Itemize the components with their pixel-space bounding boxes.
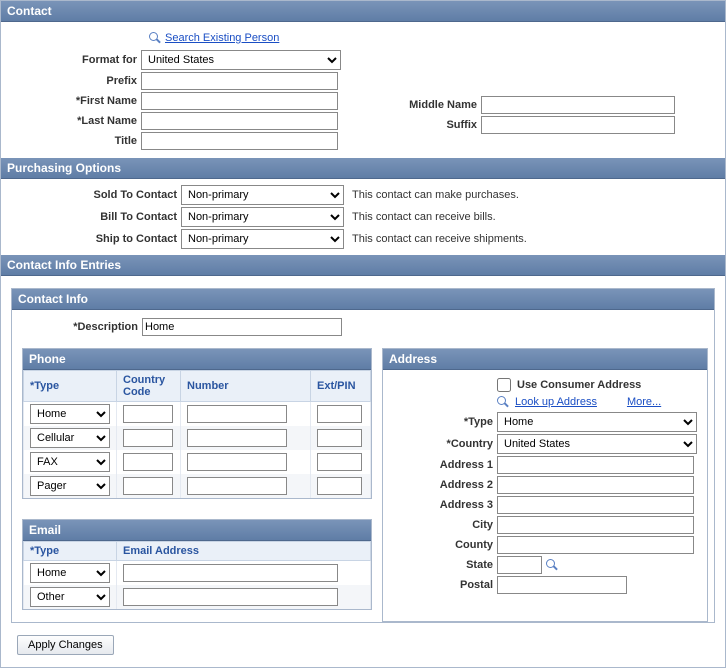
purchasing-options-header: Purchasing Options <box>1 158 725 179</box>
description-label: *Description <box>22 321 142 333</box>
more-link[interactable]: More... <box>627 396 661 408</box>
apply-changes-button[interactable]: Apply Changes <box>17 635 114 655</box>
lookup-state-icon[interactable] <box>546 559 558 571</box>
phone-cc-input[interactable] <box>123 405 173 423</box>
sold-to-select[interactable]: Non-primary <box>181 185 344 205</box>
phone-cc-input[interactable] <box>123 477 173 495</box>
prefix-label: Prefix <box>11 75 141 87</box>
addr-type-label: *Type <box>393 416 497 428</box>
addr3-input[interactable] <box>497 496 694 514</box>
phone-type-select[interactable]: FAX <box>30 452 110 472</box>
country-label: *Country <box>393 438 497 450</box>
phone-row: Home <box>24 402 371 427</box>
email-row: Other <box>24 585 371 609</box>
phone-type-select[interactable]: Home <box>30 404 110 424</box>
county-input[interactable] <box>497 536 694 554</box>
email-row: Home <box>24 561 371 586</box>
search-icon <box>149 32 161 44</box>
state-label: State <box>393 559 497 571</box>
addr2-label: Address 2 <box>393 479 497 491</box>
phone-cc-input[interactable] <box>123 429 173 447</box>
phone-row: Pager <box>24 474 371 498</box>
phone-type-select[interactable]: Cellular <box>30 428 110 448</box>
address-header: Address <box>383 349 707 370</box>
postal-input[interactable] <box>497 576 627 594</box>
contact-info-header: Contact Info <box>12 289 714 310</box>
prefix-input[interactable] <box>141 72 338 90</box>
use-consumer-address-checkbox[interactable] <box>497 378 511 392</box>
search-icon <box>497 396 509 408</box>
phone-row: FAX <box>24 450 371 474</box>
last-name-label: *Last Name <box>11 115 141 127</box>
first-name-label: *First Name <box>11 95 141 107</box>
state-input[interactable] <box>497 556 542 574</box>
use-consumer-address-label: Use Consumer Address <box>517 379 641 391</box>
addr1-label: Address 1 <box>393 459 497 471</box>
title-label: Title <box>11 135 141 147</box>
ship-to-hint: This contact can receive shipments. <box>344 233 527 245</box>
phone-number-input[interactable] <box>187 405 287 423</box>
postal-label: Postal <box>393 579 497 591</box>
middle-name-input[interactable] <box>481 96 675 114</box>
email-type-select[interactable]: Other <box>30 587 110 607</box>
contact-info-entries-header: Contact Info Entries <box>1 255 725 276</box>
phone-ext-input[interactable] <box>317 477 362 495</box>
email-addr-col: Email Address <box>117 542 371 561</box>
ship-to-label: Ship to Contact <box>11 233 181 245</box>
suffix-label: Suffix <box>371 119 481 131</box>
city-label: City <box>393 519 497 531</box>
country-select[interactable]: United States <box>497 434 697 454</box>
phone-type-select[interactable]: Pager <box>30 476 110 496</box>
bill-to-select[interactable]: Non-primary <box>181 207 344 227</box>
phone-ext-col: Ext/PIN <box>311 371 371 402</box>
sold-to-label: Sold To Contact <box>11 189 181 201</box>
addr2-input[interactable] <box>497 476 694 494</box>
phone-number-input[interactable] <box>187 429 287 447</box>
phone-ext-input[interactable] <box>317 405 362 423</box>
email-type-col: *Type <box>24 542 117 561</box>
contact-header: Contact <box>1 1 725 22</box>
phone-number-input[interactable] <box>187 477 287 495</box>
city-input[interactable] <box>497 516 694 534</box>
phone-ext-input[interactable] <box>317 453 362 471</box>
addr3-label: Address 3 <box>393 499 497 511</box>
county-label: County <box>393 539 497 551</box>
format-for-select[interactable]: United States <box>141 50 341 70</box>
lookup-address-link[interactable]: Look up Address <box>515 396 597 408</box>
phone-type-col: *Type <box>24 371 117 402</box>
suffix-input[interactable] <box>481 116 675 134</box>
email-addr-input[interactable] <box>123 588 338 606</box>
addr-type-select[interactable]: Home <box>497 412 697 432</box>
phone-cc-input[interactable] <box>123 453 173 471</box>
phone-header: Phone <box>23 349 371 370</box>
email-header: Email <box>23 520 371 541</box>
first-name-input[interactable] <box>141 92 338 110</box>
phone-ext-input[interactable] <box>317 429 362 447</box>
bill-to-hint: This contact can receive bills. <box>344 211 496 223</box>
middle-name-label: Middle Name <box>371 99 481 111</box>
email-type-select[interactable]: Home <box>30 563 110 583</box>
email-addr-input[interactable] <box>123 564 338 582</box>
search-existing-person-link[interactable]: Search Existing Person <box>165 32 279 44</box>
ship-to-select[interactable]: Non-primary <box>181 229 344 249</box>
description-input[interactable] <box>142 318 342 336</box>
addr1-input[interactable] <box>497 456 694 474</box>
last-name-input[interactable] <box>141 112 338 130</box>
phone-number-input[interactable] <box>187 453 287 471</box>
title-input[interactable] <box>141 132 338 150</box>
phone-row: Cellular <box>24 426 371 450</box>
format-for-label: Format for <box>11 54 141 66</box>
phone-number-col: Number <box>181 371 311 402</box>
sold-to-hint: This contact can make purchases. <box>344 189 519 201</box>
bill-to-label: Bill To Contact <box>11 211 181 223</box>
phone-cc-col: Country Code <box>117 371 181 402</box>
